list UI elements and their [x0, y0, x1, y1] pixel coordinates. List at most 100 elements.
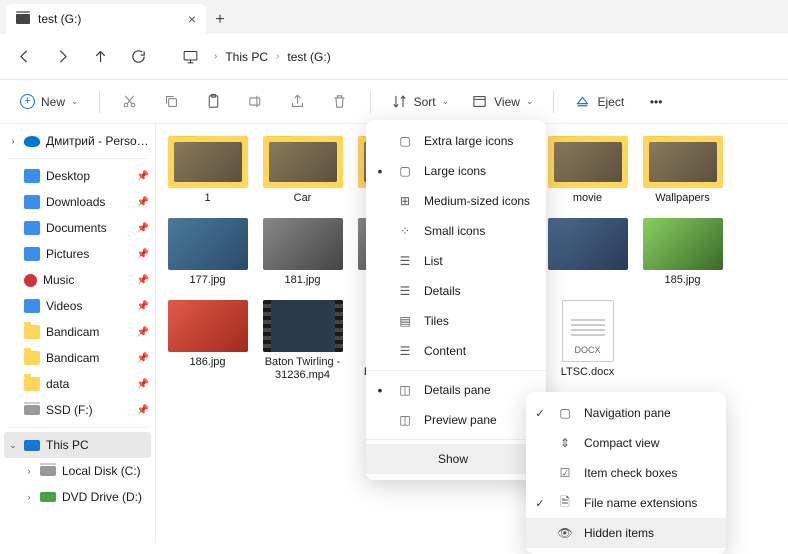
sort-button[interactable]: Sort ⌄ — [383, 86, 458, 118]
file-item[interactable]: Car — [255, 132, 350, 210]
back-button[interactable] — [6, 39, 42, 75]
sidebar-item[interactable]: data📌 — [0, 371, 155, 397]
file-item[interactable]: Baton Twirling - 31236.mp4 — [255, 296, 350, 398]
sidebar-item[interactable]: SSD (F:)📌 — [0, 397, 155, 423]
file-item[interactable]: 181.jpg — [255, 214, 350, 292]
sidebar-label: Desktop — [46, 169, 131, 183]
file-item[interactable]: 1 — [160, 132, 255, 210]
file-item[interactable]: Wallpapers — [635, 132, 730, 210]
sidebar-item-onedrive[interactable]: › Дмитрий - Personal — [0, 128, 155, 154]
chevron-right-icon[interactable]: › — [276, 51, 279, 62]
breadcrumb-item[interactable]: test (G:) — [285, 46, 332, 68]
file-item[interactable]: 185.jpg — [635, 214, 730, 292]
menu-label: Details pane — [424, 383, 491, 397]
pin-icon[interactable]: 📌 — [137, 249, 149, 260]
sidebar-item[interactable]: Bandicam📌 — [0, 319, 155, 345]
chevron-right-icon[interactable]: › — [214, 51, 217, 62]
menu-item-showopt[interactable]: ☑Item check boxes — [526, 458, 726, 488]
menu-item-pane[interactable]: •◫Details pane — [366, 375, 546, 405]
paste-button[interactable] — [196, 86, 232, 118]
sidebar-item[interactable]: Downloads📌 — [0, 189, 155, 215]
menu-item-showopt[interactable]: ✓▢Navigation pane — [526, 398, 726, 428]
sidebar-item[interactable]: Pictures📌 — [0, 241, 155, 267]
up-button[interactable] — [82, 39, 118, 75]
sidebar-item-drive[interactable]: ›DVD Drive (D:) — [0, 484, 155, 510]
menu-item-viewsize[interactable]: ☰List — [366, 246, 546, 276]
menu-item-viewsize[interactable]: •▢Large icons — [366, 156, 546, 186]
radio-icon: • — [374, 164, 386, 178]
eject-label: Eject — [597, 95, 624, 109]
file-label: Baton Twirling - 31236.mp4 — [259, 356, 346, 384]
folder-y-icon — [24, 377, 40, 391]
menu-label: Details — [424, 284, 461, 298]
file-item[interactable]: DOCXLTSC.docx — [540, 296, 635, 398]
menu-item-viewsize[interactable]: ▤Tiles — [366, 306, 546, 336]
sidebar-label: Local Disk (C:) — [62, 464, 149, 478]
copy-button[interactable] — [154, 86, 190, 118]
sidebar-item-thispc[interactable]: ⌄ This PC — [4, 432, 151, 458]
layout-icon: ⊞ — [396, 194, 414, 208]
delete-button[interactable] — [322, 86, 358, 118]
sidebar-item[interactable]: Videos📌 — [0, 293, 155, 319]
pc-icon[interactable] — [172, 39, 208, 75]
tab-active[interactable]: test (G:) × — [6, 4, 206, 34]
pin-icon[interactable]: 📌 — [137, 353, 149, 364]
menu-item-viewsize[interactable]: ☰Content — [366, 336, 546, 366]
pin-icon[interactable]: 📌 — [137, 197, 149, 208]
breadcrumb-item[interactable]: This PC — [223, 46, 270, 68]
menu-label: Small icons — [424, 224, 485, 238]
menu-item-viewsize[interactable]: ⁘ Small icons — [366, 216, 546, 246]
cut-button[interactable] — [112, 86, 148, 118]
sidebar-item[interactable]: Documents📌 — [0, 215, 155, 241]
sidebar-item[interactable]: Desktop 📌 — [0, 163, 155, 189]
file-item[interactable]: 186.jpg — [160, 296, 255, 398]
menu-item-pane[interactable]: ◫Preview pane — [366, 405, 546, 435]
pin-icon[interactable]: 📌 — [137, 275, 149, 286]
file-label: 177.jpg — [189, 274, 225, 288]
image-thumb — [643, 218, 723, 270]
share-button[interactable] — [280, 86, 316, 118]
layout-icon: ⁘ — [396, 224, 414, 238]
sidebar-label: Дмитрий - Personal — [46, 134, 149, 148]
chevron-right-icon[interactable]: › — [24, 492, 34, 502]
menu-label: File name extensions — [584, 496, 697, 510]
view-button[interactable]: View ⌄ — [463, 86, 541, 118]
pin-icon[interactable]: 📌 — [137, 171, 149, 182]
menu-item-showopt[interactable]: 👁Hidden items — [526, 518, 726, 548]
menu-item-showopt[interactable]: ⇕Compact view — [526, 428, 726, 458]
file-item[interactable]: movie — [540, 132, 635, 210]
chevron-right-icon[interactable]: › — [8, 136, 18, 146]
new-button[interactable]: + New ⌄ — [12, 86, 87, 118]
menu-item-show[interactable]: Show› — [366, 444, 546, 474]
new-label: New — [41, 95, 65, 109]
sidebar-item-drive[interactable]: › Local Disk (C:) — [0, 458, 155, 484]
refresh-button[interactable] — [120, 39, 156, 75]
new-tab-button[interactable]: + — [206, 6, 234, 34]
menu-item-viewsize[interactable]: ☰Details — [366, 276, 546, 306]
pin-icon[interactable]: 📌 — [137, 405, 149, 416]
file-item[interactable]: 177.jpg — [160, 214, 255, 292]
menu-item-viewsize[interactable]: ▢Extra large icons — [366, 126, 546, 156]
sidebar-item[interactable]: Music📌 — [0, 267, 155, 293]
pin-icon[interactable]: 📌 — [137, 301, 149, 312]
content-area[interactable]: 1CarmovieWallpapers177.jpg181.jpg182.jpg… — [156, 124, 788, 543]
menu-item-viewsize[interactable]: ⊞ Medium-sized icons — [366, 186, 546, 216]
eject-button[interactable]: Eject — [566, 86, 632, 118]
downloads-icon — [24, 195, 40, 209]
more-button[interactable]: ••• — [638, 86, 674, 118]
pin-icon[interactable]: 📌 — [137, 379, 149, 390]
close-icon[interactable]: × — [188, 11, 196, 27]
menu-item-showopt[interactable]: ✓🗎File name extensions — [526, 488, 726, 518]
pin-icon[interactable]: 📌 — [137, 223, 149, 234]
sidebar-item[interactable]: Bandicam📌 — [0, 345, 155, 371]
forward-button[interactable] — [44, 39, 80, 75]
file-item[interactable] — [540, 214, 635, 292]
video-thumb — [263, 300, 343, 352]
rename-button[interactable] — [238, 86, 274, 118]
pin-icon[interactable]: 📌 — [137, 327, 149, 338]
chevron-down-icon[interactable]: ⌄ — [8, 440, 18, 451]
chevron-right-icon[interactable]: › — [24, 466, 34, 476]
image-thumb — [168, 218, 248, 270]
image-thumb — [548, 218, 628, 270]
menu-label: Medium-sized icons — [424, 194, 530, 208]
